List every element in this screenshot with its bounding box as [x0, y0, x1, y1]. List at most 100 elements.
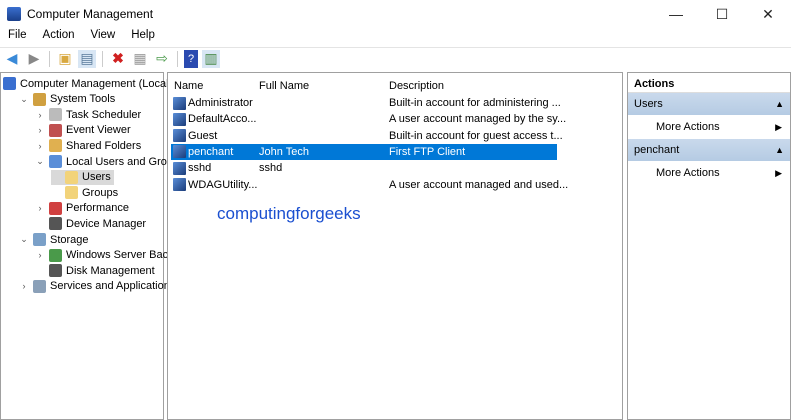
- tree-item[interactable]: Users: [51, 169, 114, 185]
- actions-group-penchant[interactable]: penchant ▲: [628, 139, 790, 161]
- actions-title: Actions: [628, 73, 790, 93]
- up-folder-icon[interactable]: ▣: [56, 50, 74, 68]
- expand-toggle-icon[interactable]: ⌄: [19, 94, 29, 105]
- delete-icon[interactable]: ✖: [109, 50, 127, 68]
- disk-icon: [49, 264, 62, 278]
- column-header-fullname[interactable]: Full Name: [259, 80, 309, 92]
- user-description: A user account managed by the sy...: [389, 113, 567, 126]
- user-name: penchant: [188, 145, 234, 158]
- user-name: Administrator: [188, 97, 253, 109]
- user-fullname: John Tech: [259, 145, 309, 158]
- tree-item[interactable]: › Services and Applications: [19, 279, 178, 294]
- user-fullname: sshd: [259, 162, 283, 175]
- event-viewer-icon: [49, 123, 62, 137]
- storage-icon: [33, 233, 46, 246]
- user-icon: [173, 178, 186, 191]
- tree-item[interactable]: Groups: [51, 185, 121, 200]
- column-header-description[interactable]: Description: [389, 80, 444, 92]
- menu-view[interactable]: View: [83, 29, 124, 45]
- computer-management-icon: [7, 7, 21, 21]
- console-tree: Computer Management (Local) ⌄ System Tools…: [0, 72, 186, 420]
- expand-toggle-icon[interactable]: ›: [35, 203, 45, 213]
- show-hide-action-pane-icon[interactable]: ▥: [202, 49, 220, 68]
- device-manager-icon: [49, 217, 62, 231]
- tree-item[interactable]: Device Manager: [35, 216, 149, 231]
- back-arrow-icon[interactable]: ◀: [3, 50, 21, 68]
- tree-item[interactable]: ⌄ System Tools: [19, 92, 118, 107]
- expand-toggle-icon[interactable]: ›: [19, 281, 29, 291]
- user-description: Built-in account for administering ...: [389, 97, 561, 109]
- tree-item[interactable]: › Shared Folders: [35, 138, 144, 153]
- forward-arrow-icon[interactable]: ▶: [25, 50, 43, 68]
- maximize-button[interactable]: ☐: [699, 0, 745, 28]
- tree-item[interactable]: › Task Scheduler: [35, 107, 144, 122]
- table-row[interactable]: Administrator Built-in account for admini…: [171, 95, 561, 111]
- expand-toggle-icon[interactable]: ›: [35, 141, 45, 151]
- tree-item[interactable]: › Event Viewer: [35, 123, 134, 138]
- tree-item-label: Disk Management: [66, 264, 155, 277]
- user-name: DefaultAcco...: [188, 113, 257, 126]
- user-icon: [173, 145, 186, 159]
- window-title: Computer Management: [27, 7, 154, 21]
- tree-item[interactable]: › Windows Server Backup: [35, 248, 189, 263]
- menu-action[interactable]: Action: [35, 29, 83, 45]
- actions-group-users[interactable]: Users ▲: [628, 93, 790, 115]
- minimize-button[interactable]: —: [653, 0, 699, 28]
- user-icon: [173, 96, 186, 110]
- more-actions-penchant[interactable]: More Actions ▶: [628, 161, 790, 185]
- users-icon: [49, 155, 62, 168]
- menu-bar: File Action View Help: [0, 29, 163, 45]
- tree-item-label: Users: [82, 171, 111, 184]
- table-row[interactable]: DefaultAcco... A user account managed by …: [171, 111, 566, 127]
- expand-toggle-icon[interactable]: ›: [35, 250, 45, 260]
- services-icon: [33, 279, 46, 293]
- tools-icon: [33, 92, 46, 106]
- user-icon: [173, 112, 186, 126]
- tree-item-label: Computer Management (Local): [20, 77, 173, 90]
- group-label: Users: [634, 98, 663, 110]
- table-row[interactable]: Guest Built-in account for guest access t…: [171, 128, 563, 144]
- toolbar: ◀ ▶ ▣ ▤ ✖ ▦ ⇨ ? ▥: [0, 47, 791, 69]
- tree-item[interactable]: ⌄ Storage: [19, 232, 92, 247]
- shared-folder-icon: [49, 139, 62, 153]
- column-header-name[interactable]: Name: [174, 80, 203, 92]
- tree-item-label: Performance: [66, 202, 129, 215]
- show-hide-console-tree-icon[interactable]: ▤: [78, 49, 96, 68]
- tree-item[interactable]: Disk Management: [35, 263, 158, 278]
- table-row[interactable]: sshd sshd: [171, 160, 557, 176]
- action-label: More Actions: [656, 167, 720, 179]
- expand-toggle-icon[interactable]: ⌄: [19, 234, 29, 245]
- watermark: computingforgeeks: [217, 204, 361, 223]
- expand-toggle-icon[interactable]: ›: [35, 125, 45, 135]
- table-row[interactable]: WDAGUtility... A user account managed and…: [171, 177, 568, 193]
- menu-file[interactable]: File: [0, 29, 35, 45]
- more-actions-users[interactable]: More Actions ▶: [628, 115, 790, 139]
- user-icon: [173, 161, 186, 175]
- properties-icon[interactable]: ▦: [131, 50, 149, 68]
- close-button[interactable]: ✕: [745, 0, 791, 28]
- tree-item-label: Groups: [82, 186, 119, 199]
- user-description: A user account managed and used...: [389, 178, 569, 191]
- tree-item[interactable]: Computer Management (Local): [3, 76, 175, 91]
- user-description: First FTP Client: [389, 145, 466, 158]
- tree-item[interactable]: ⌄ Local Users and Groups: [35, 154, 188, 169]
- menu-help[interactable]: Help: [123, 29, 163, 45]
- expand-toggle-icon[interactable]: ›: [35, 110, 45, 120]
- user-name: WDAGUtility...: [188, 178, 258, 191]
- export-list-icon[interactable]: ⇨: [153, 50, 171, 68]
- collapse-icon[interactable]: ▲: [775, 145, 784, 155]
- user-name: sshd: [188, 162, 212, 175]
- actions-pane: Actions Users ▲ More Actions ▶ penchant ▲ M…: [627, 72, 791, 420]
- action-label: More Actions: [656, 121, 720, 133]
- performance-icon: [49, 201, 62, 215]
- tree-item[interactable]: › Performance: [35, 201, 132, 216]
- collapse-icon[interactable]: ▲: [775, 99, 784, 109]
- title-bar: Computer Management — ☐ ✕: [0, 0, 791, 28]
- help-icon[interactable]: ?: [184, 49, 198, 68]
- computer-icon: [3, 77, 16, 90]
- tree-item-label: Shared Folders: [66, 139, 142, 152]
- tree-item-label: Event Viewer: [66, 124, 131, 137]
- tree-item-label: Device Manager: [66, 217, 147, 230]
- expand-toggle-icon[interactable]: ⌄: [35, 156, 45, 167]
- table-row[interactable]: penchant John Tech First FTP Client: [171, 143, 557, 160]
